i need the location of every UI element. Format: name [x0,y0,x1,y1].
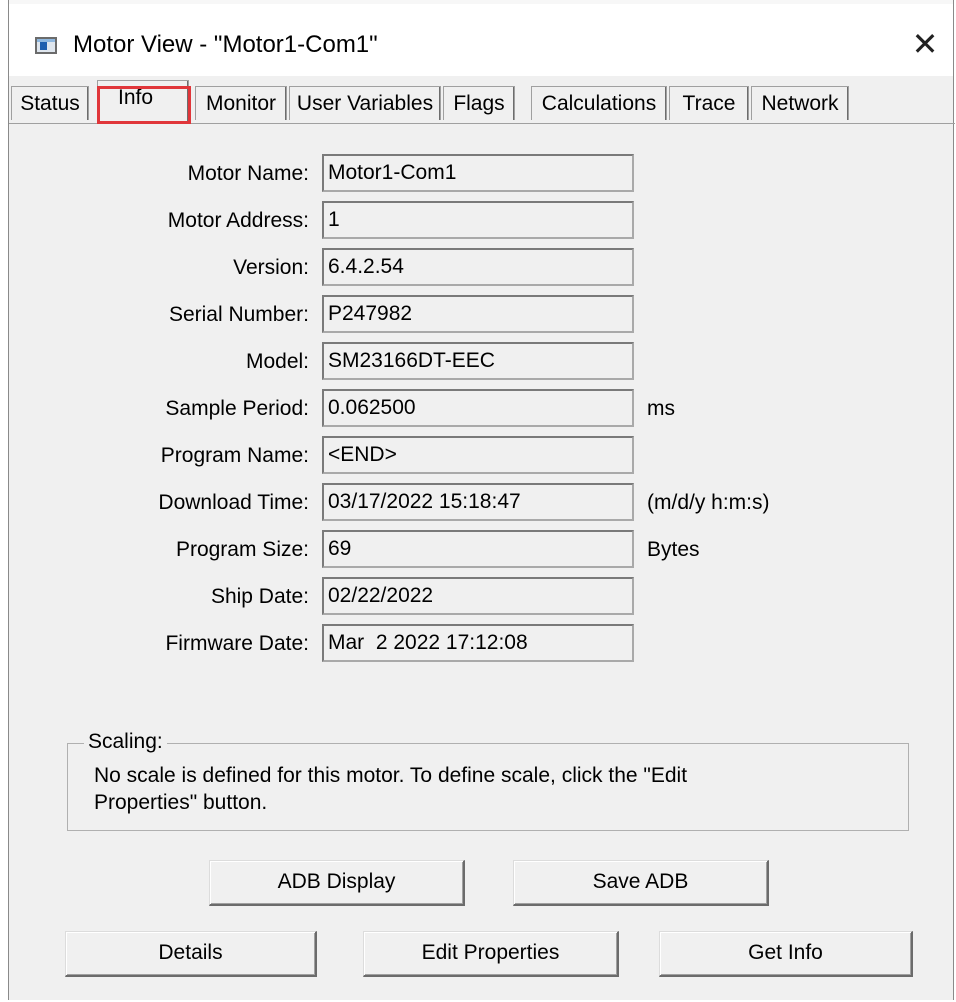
tab-calculations[interactable]: Calculations [531,86,667,120]
program-size-field[interactable]: 69 [322,530,634,568]
download-time-unit: (m/d/y h:m:s) [647,491,770,514]
motor-name-label: Motor Name: [187,162,309,185]
ship-date-label: Ship Date: [210,585,309,608]
motor-address-field[interactable]: 1 [322,201,634,239]
model-field[interactable]: SM23166DT-EEC [322,342,634,380]
firmware-date-label: Firmware Date: [165,632,309,655]
program-size-unit: Bytes [647,538,700,561]
sample-period-label: Sample Period: [165,397,309,420]
field-row-firmware-date: Firmware Date: Mar 2 2022 17:12:08 [9,624,953,664]
field-row-sample-period: Sample Period: 0.062500 ms [9,389,953,429]
motor-address-label: Motor Address: [167,209,309,232]
edit-properties-button[interactable]: Edit Properties [363,931,619,977]
program-name-label: Program Name: [160,444,309,467]
field-row-motor-address: Motor Address: 1 [9,201,953,241]
tab-info[interactable]: Info [97,80,189,124]
close-icon[interactable]: ✕ [905,24,945,64]
serial-number-label: Serial Number: [168,303,309,326]
app-window-icon [35,37,57,54]
details-button[interactable]: Details [65,931,317,977]
scaling-groupbox: Scaling: No scale is defined for this mo… [67,730,909,831]
version-field[interactable]: 6.4.2.54 [322,248,634,286]
sample-period-unit: ms [647,397,675,420]
tab-trace[interactable]: Trace [669,86,749,120]
version-label: Version: [233,256,309,279]
tab-monitor[interactable]: Monitor [195,86,287,120]
scaling-message: No scale is defined for this motor. To d… [94,764,688,814]
tab-user-variables[interactable]: User Variables [289,86,441,120]
tab-flags[interactable]: Flags [443,86,515,120]
field-row-program-size: Program Size: 69 Bytes [9,530,953,570]
field-row-version: Version: 6.4.2.54 [9,248,953,288]
field-row-download-time: Download Time: 03/17/2022 15:18:47 (m/d/… [9,483,953,523]
serial-number-field[interactable]: P247982 [322,295,634,333]
title-bar[interactable]: Motor View - "Motor1-Com1" ✕ [9,4,953,76]
get-info-button[interactable]: Get Info [659,931,913,977]
program-name-field[interactable]: <END> [322,436,634,474]
save-adb-button[interactable]: Save ADB [513,860,769,906]
motor-view-window: Motor View - "Motor1-Com1" ✕ Status Info… [8,0,955,1000]
ship-date-field[interactable]: 02/22/2022 [322,577,634,615]
sample-period-field[interactable]: 0.062500 [322,389,634,427]
field-row-serial-number: Serial Number: P247982 [9,295,953,335]
field-row-ship-date: Ship Date: 02/22/2022 [9,577,953,617]
scaling-title: Scaling: [84,730,167,754]
field-row-motor-name: Motor Name: Motor1-Com1 [9,154,953,194]
model-label: Model: [245,350,309,373]
motor-name-field[interactable]: Motor1-Com1 [322,154,634,192]
info-panel: Motor Name: Motor1-Com1 Motor Address: 1… [9,124,953,1000]
window-title: Motor View - "Motor1-Com1" [73,31,378,58]
adb-display-button[interactable]: ADB Display [209,860,465,906]
firmware-date-field[interactable]: Mar 2 2022 17:12:08 [322,624,634,662]
tab-status[interactable]: Status [11,86,89,120]
download-time-field[interactable]: 03/17/2022 15:18:47 [322,483,634,521]
field-row-program-name: Program Name: <END> [9,436,953,476]
download-time-label: Download Time: [158,491,309,514]
tab-network[interactable]: Network [751,86,849,120]
field-row-model: Model: SM23166DT-EEC [9,342,953,382]
program-size-label: Program Size: [175,538,309,561]
